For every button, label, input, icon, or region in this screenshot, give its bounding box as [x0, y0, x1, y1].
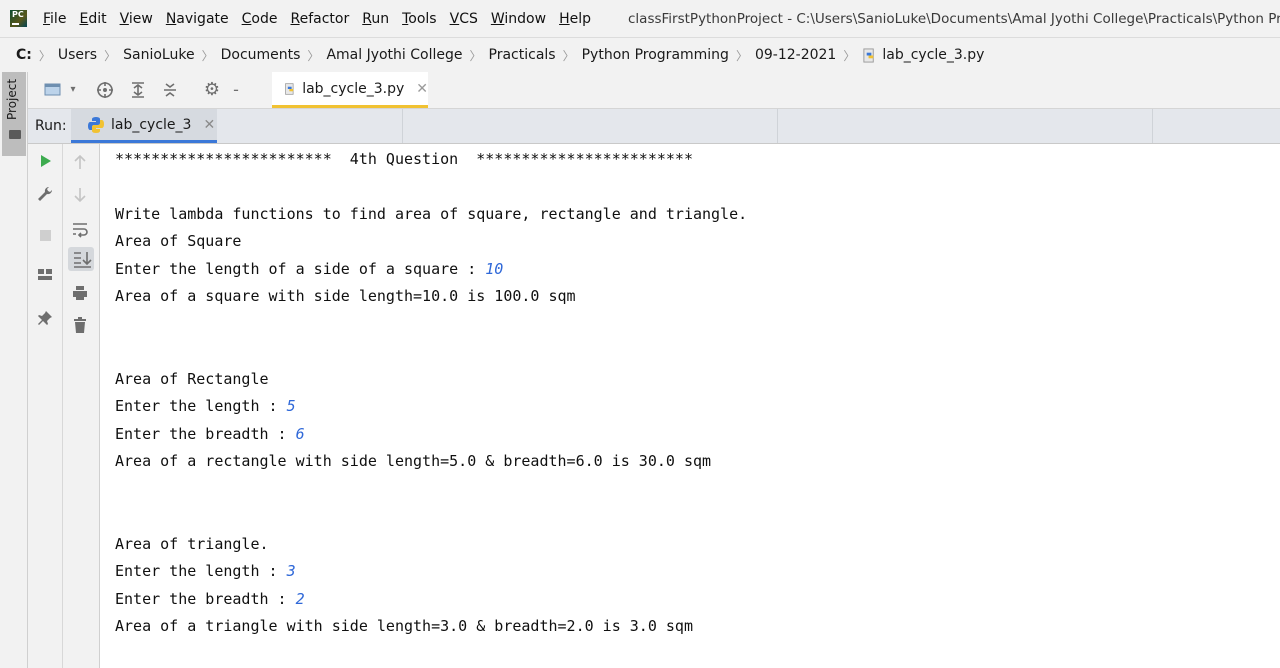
menu-refactor[interactable]: Refactor [290, 11, 349, 27]
chevron-right-icon: 〉 [307, 48, 320, 63]
run-toolbar-primary [28, 144, 63, 668]
console-output[interactable]: ************************ 4th Question **… [100, 144, 1280, 668]
breadcrumb-users[interactable]: Users [58, 47, 97, 63]
chevron-right-icon: 〉 [104, 48, 117, 63]
settings-gear-icon[interactable]: ⚙ [203, 81, 221, 99]
console-line: Area of a square with side length=10.0 i… [115, 287, 576, 305]
console-line: Enter the breadth : 2 [115, 590, 305, 608]
user-input-value: 10 [485, 260, 504, 278]
chevron-right-icon: 〉 [201, 48, 214, 63]
console-line: Area of Rectangle [115, 370, 269, 388]
layout-grid-icon[interactable] [36, 266, 54, 284]
arrow-down-icon[interactable] [71, 186, 89, 204]
breadcrumb-file-label: lab_cycle_3.py [882, 47, 985, 63]
menu-code[interactable]: Code [242, 11, 278, 27]
user-input-value: 3 [286, 562, 296, 580]
collapse-all-icon[interactable] [161, 81, 179, 99]
python-logo-icon [88, 116, 104, 133]
breadcrumb-drive[interactable]: C: [16, 47, 32, 63]
wrench-icon[interactable] [36, 185, 54, 203]
user-input-value: 2 [295, 590, 305, 608]
project-tool-strip: Project [0, 72, 28, 668]
divider [777, 109, 778, 143]
breadcrumb-file[interactable]: lab_cycle_3.py [862, 47, 984, 63]
locate-target-icon[interactable] [96, 81, 114, 99]
dropdown-arrow-icon[interactable]: ▾ [64, 81, 82, 99]
chevron-right-icon: 〉 [843, 48, 856, 63]
window-title: classFirstPythonProject - C:\Users\Sanio… [628, 10, 1280, 27]
run-toolbar-secondary [63, 144, 100, 668]
console-line: Enter the length : 5 [115, 397, 296, 415]
chevron-right-icon: 〉 [562, 48, 575, 63]
console-line: ************************ 4th Question **… [115, 150, 693, 168]
print-icon[interactable] [71, 284, 89, 302]
close-icon[interactable]: ✕ [416, 81, 428, 97]
console-line: Area of Square [115, 232, 242, 250]
close-icon[interactable]: ✕ [203, 117, 215, 133]
menu-edit[interactable]: Edit [79, 11, 106, 27]
console-line: Enter the breadth : 6 [115, 425, 305, 443]
menu-tools[interactable]: Tools [402, 11, 437, 27]
rerun-play-icon[interactable] [36, 152, 54, 170]
divider [1152, 109, 1153, 143]
folder-icon [9, 130, 21, 139]
run-tab-lab-cycle-3[interactable]: lab_cycle_3 ✕ [71, 109, 217, 143]
scroll-to-end-icon[interactable] [68, 247, 94, 271]
chevron-right-icon: 〉 [469, 48, 482, 63]
menu-navigate[interactable]: Navigate [166, 11, 229, 27]
breadcrumb-python-programming[interactable]: Python Programming [582, 47, 729, 63]
menu-help[interactable]: Help [559, 11, 591, 27]
project-tab-label: Project [5, 78, 19, 120]
divider [402, 109, 403, 143]
console-line: Area of a rectangle with side length=5.0… [115, 452, 712, 470]
breadcrumb-date-folder[interactable]: 09-12-2021 [755, 47, 836, 63]
arrow-up-icon[interactable] [71, 153, 89, 171]
chevron-right-icon: 〉 [735, 48, 748, 63]
breadcrumb-college[interactable]: Amal Jyothi College [326, 47, 462, 63]
run-tab-label: lab_cycle_3 [111, 116, 192, 133]
console-line: Write lambda functions to find area of s… [115, 205, 748, 223]
menu-bar: PC File Edit View Navigate Code Refactor… [0, 0, 1280, 37]
console-line: Enter the length of a side of a square :… [115, 260, 504, 278]
console-line: Area of triangle. [115, 535, 269, 553]
pycharm-logo-icon: PC [10, 10, 27, 27]
soft-wrap-icon[interactable] [71, 220, 89, 238]
expand-all-icon[interactable] [129, 81, 147, 99]
user-input-value: 6 [295, 425, 305, 443]
trash-icon[interactable] [71, 316, 89, 334]
breadcrumb-sanioluke[interactable]: SanioLuke [123, 47, 194, 63]
project-tool-tab[interactable]: Project [2, 72, 26, 156]
menu-view[interactable]: View [120, 11, 153, 27]
menu-window[interactable]: Window [491, 11, 546, 27]
chevron-right-icon: 〉 [38, 48, 51, 63]
menu-file[interactable]: File [43, 11, 66, 27]
python-file-icon [285, 82, 294, 95]
hide-minus-icon[interactable]: - [231, 81, 241, 99]
menu-vcs[interactable]: VCS [450, 11, 478, 27]
python-file-icon [863, 47, 875, 63]
console-line: Enter the length : 3 [115, 562, 296, 580]
stop-icon[interactable] [36, 226, 54, 244]
run-label: Run: [35, 118, 67, 134]
editor-toolbar: ▾ ⚙ - lab_cycle_3.py ✕ [28, 72, 1280, 109]
editor-tab-label: lab_cycle_3.py [302, 80, 405, 97]
breadcrumb: C: 〉 Users 〉 SanioLuke 〉 Documents 〉 Ama… [0, 37, 1280, 73]
run-tool-header: Run: lab_cycle_3 ✕ [28, 109, 1280, 144]
breadcrumb-practicals[interactable]: Practicals [489, 47, 556, 63]
editor-tab-lab-cycle-3[interactable]: lab_cycle_3.py ✕ [272, 72, 428, 108]
console-line: Area of a triangle with side length=3.0 … [115, 617, 693, 635]
breadcrumb-documents[interactable]: Documents [221, 47, 301, 63]
window-layout-icon[interactable] [44, 81, 62, 99]
menu-run[interactable]: Run [362, 11, 389, 27]
user-input-value: 5 [286, 397, 296, 415]
pin-icon[interactable] [36, 309, 54, 327]
